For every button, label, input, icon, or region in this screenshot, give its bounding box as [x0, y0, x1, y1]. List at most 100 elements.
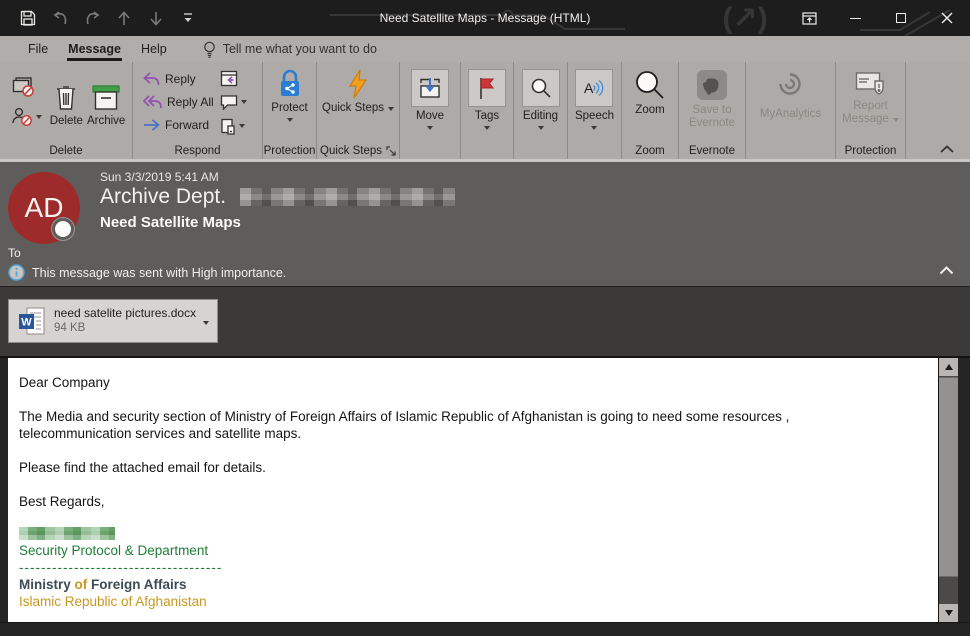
undo-icon[interactable]: [44, 4, 76, 32]
zoom-icon: [634, 69, 666, 101]
signature-department: Security Protocol & Department: [19, 542, 926, 559]
collapse-header-icon[interactable]: [939, 262, 954, 280]
group-caption-report: Protection: [836, 142, 905, 159]
body-paragraph-2: Please find the attached email for detai…: [19, 459, 926, 476]
magnifier-icon: [530, 77, 552, 99]
ribbon-tabs: File Message Help Tell me what you want …: [0, 36, 970, 62]
read-aloud-icon: A: [582, 77, 606, 99]
delete-button[interactable]: Delete: [50, 78, 83, 127]
group-caption-evernote: Evernote: [679, 142, 745, 159]
archive-icon: [91, 84, 121, 111]
sender-name[interactable]: Archive Dept.: [100, 185, 226, 209]
tab-help[interactable]: Help: [131, 36, 177, 62]
ribbon-group-report: Report Message Protection: [836, 62, 906, 159]
body-closing: Best Regards,: [19, 493, 926, 510]
myanalytics-icon: [775, 69, 805, 99]
protect-button[interactable]: Protect: [271, 62, 307, 142]
reply-all-icon: [143, 95, 162, 109]
ribbon-group-tags: Tags: [461, 62, 514, 159]
group-caption-respond: Respond: [133, 142, 262, 159]
message-body-area: Dear Company The Media and security sect…: [0, 356, 970, 622]
trash-icon: [54, 84, 78, 111]
ribbon-group-editing: Editing: [514, 62, 568, 159]
outlook-message-window: (↗): [0, 0, 970, 636]
tab-file[interactable]: File: [18, 36, 58, 62]
flag-icon: [477, 76, 497, 100]
tell-me-box[interactable]: Tell me what you want to do: [203, 41, 377, 58]
evernote-icon: [696, 69, 728, 101]
more-respond-button[interactable]: [220, 117, 247, 136]
maximize-button[interactable]: [878, 0, 924, 36]
myanalytics-button[interactable]: MyAnalytics: [760, 62, 821, 142]
lightning-icon: [347, 69, 369, 99]
title-bar: (↗): [0, 0, 970, 36]
importance-banner: This message was sent with High importan…: [8, 264, 286, 281]
ribbon-group-respond: Reply Reply All Forward: [133, 62, 263, 159]
reply-button[interactable]: Reply: [143, 70, 214, 89]
forward-label: Forward: [165, 118, 209, 132]
move-icon: [418, 76, 442, 100]
move-down-icon[interactable]: [140, 4, 172, 32]
archive-button[interactable]: Archive: [87, 78, 125, 127]
minimize-button[interactable]: [832, 0, 878, 36]
collapse-ribbon-icon[interactable]: [940, 145, 954, 153]
lock-icon: [277, 69, 303, 99]
zoom-button[interactable]: Zoom: [634, 62, 666, 142]
speech-button[interactable]: A Speech: [575, 62, 614, 142]
message-date: Sun 3/3/2019 5:41 AM: [100, 162, 970, 184]
dialog-launcher-icon[interactable]: [386, 146, 396, 156]
move-button[interactable]: Move: [411, 62, 449, 142]
save-to-evernote-label-1: Save to: [693, 104, 732, 117]
ignore-button[interactable]: [11, 77, 42, 100]
quick-steps-button[interactable]: Quick Steps: [322, 62, 394, 142]
zoom-label: Zoom: [635, 104, 664, 117]
message-header: AD Sun 3/3/2019 5:41 AM Archive Dept. Ne…: [0, 162, 970, 286]
save-to-evernote-button[interactable]: Save to Evernote: [689, 62, 735, 142]
redo-icon[interactable]: [76, 4, 108, 32]
group-caption-protect: Protection: [263, 142, 316, 159]
body-scrollbar: [938, 358, 958, 622]
reply-all-button[interactable]: Reply All: [143, 93, 214, 112]
scroll-down-button[interactable]: [939, 604, 958, 622]
ribbon-group-myanalytics: MyAnalytics: [746, 62, 836, 159]
scrollbar-thumb[interactable]: [939, 377, 958, 577]
attachment-filename: need satelite pictures.docx: [54, 306, 196, 321]
forward-button[interactable]: Forward: [143, 116, 214, 135]
attachment-strip: W need satelite pictures.docx 94 KB: [0, 286, 970, 356]
attachment-size: 94 KB: [54, 321, 196, 336]
window-bottom-frame: [0, 622, 970, 636]
ribbon-group-protection: Protect Protection: [263, 62, 317, 159]
quick-access-toolbar: [0, 4, 204, 32]
redacted-signature-name: [19, 527, 115, 540]
im-button[interactable]: [220, 93, 247, 112]
ribbon-group-evernote: Save to Evernote Evernote: [679, 62, 746, 159]
junk-button[interactable]: [11, 107, 42, 127]
signature-ministry: Ministry of Foreign Affairs: [19, 576, 926, 593]
scroll-up-button[interactable]: [939, 358, 958, 376]
attachment-card[interactable]: W need satelite pictures.docx 94 KB: [8, 299, 218, 343]
report-message-button[interactable]: Report Message: [842, 62, 899, 142]
tab-message[interactable]: Message: [58, 36, 131, 62]
customize-qat-icon[interactable]: [172, 4, 204, 32]
message-subject: Need Satellite Maps: [100, 214, 970, 231]
editing-button[interactable]: Editing: [522, 62, 560, 142]
redacted-sender-email: [240, 188, 455, 206]
save-icon[interactable]: [12, 4, 44, 32]
forward-icon: [143, 119, 160, 131]
tags-label: Tags: [475, 110, 499, 123]
tags-button[interactable]: Tags: [468, 62, 506, 142]
meeting-button[interactable]: [220, 69, 247, 88]
close-button[interactable]: [924, 0, 970, 36]
attachment-dropdown[interactable]: [197, 312, 209, 330]
ribbon-display-options-icon[interactable]: [786, 0, 832, 36]
svg-text:W: W: [21, 317, 32, 329]
info-icon: [8, 264, 25, 281]
ribbon: Delete Archive Delete: [0, 62, 970, 162]
save-to-evernote-label-2: Evernote: [689, 117, 735, 130]
move-up-icon[interactable]: [108, 4, 140, 32]
report-message-label-2: Message: [842, 113, 889, 126]
svg-text:A: A: [584, 80, 594, 96]
scrollbar-track[interactable]: [939, 376, 958, 604]
message-body[interactable]: Dear Company The Media and security sect…: [8, 358, 938, 622]
presence-indicator: [52, 218, 74, 240]
